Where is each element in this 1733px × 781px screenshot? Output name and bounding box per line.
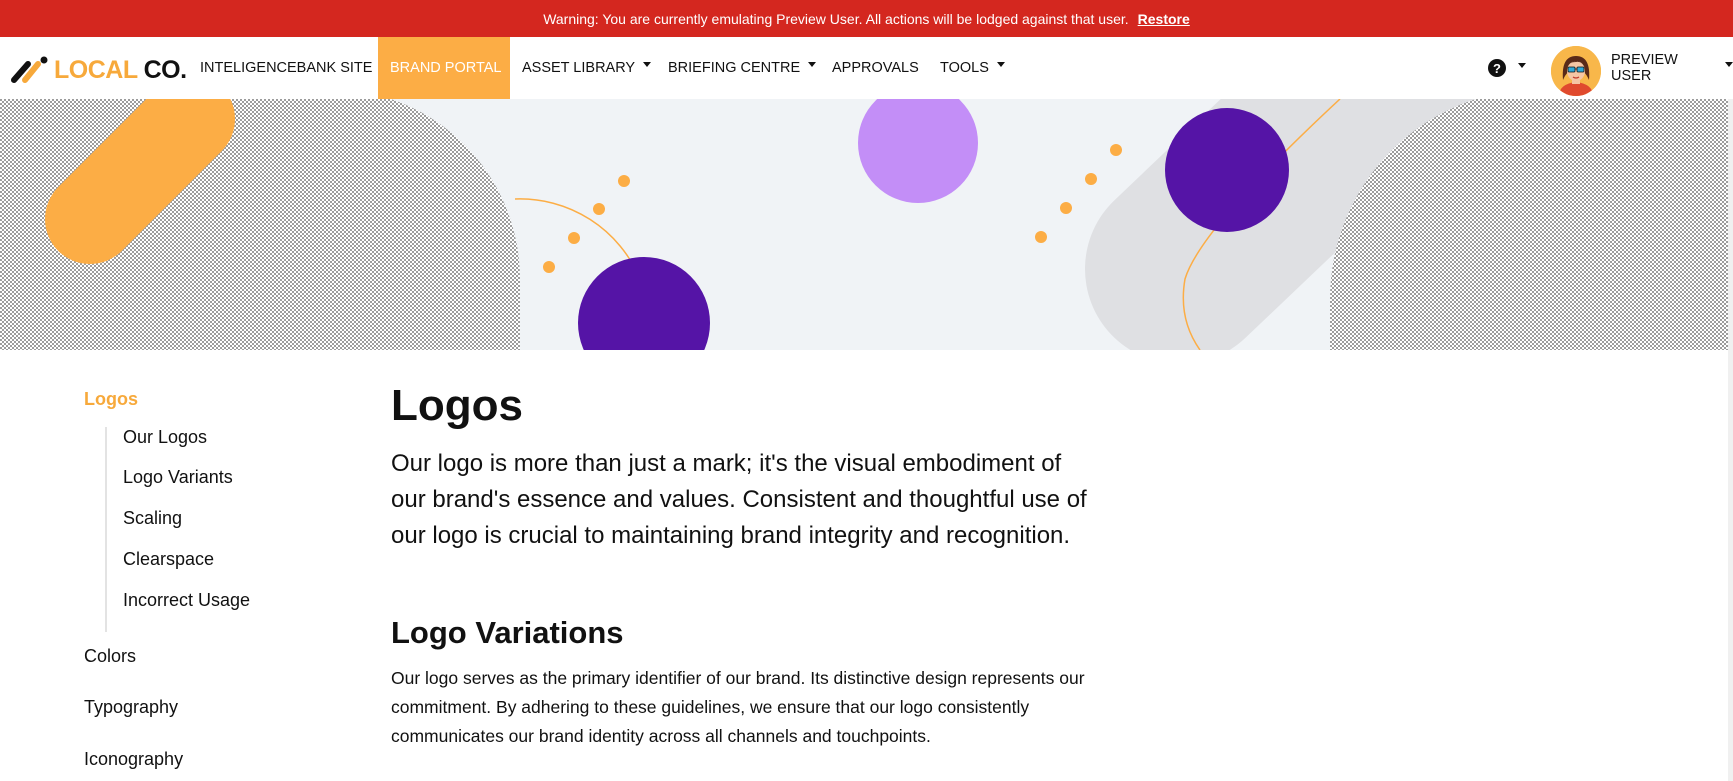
sidebar-subitem-scaling[interactable]: Scaling bbox=[123, 508, 182, 529]
nav-briefing-centre[interactable]: BRIEFING CENTRE bbox=[656, 37, 828, 99]
sidebar-item-typography[interactable]: Typography bbox=[84, 697, 178, 718]
restore-link[interactable]: Restore bbox=[1138, 11, 1190, 27]
caret-down-icon bbox=[1518, 62, 1526, 68]
logo-text-co: CO. bbox=[143, 55, 187, 84]
sidebar-sublist: Our Logos Logo Variants Scaling Clearspa… bbox=[105, 427, 307, 632]
sidebar-item-logos[interactable]: Logos bbox=[84, 389, 138, 410]
caret-down-icon bbox=[808, 61, 817, 67]
nav-asset-library[interactable]: ASSET LIBRARY bbox=[510, 37, 663, 99]
user-avatar[interactable] bbox=[1551, 46, 1601, 96]
sidebar-item-colors[interactable]: Colors bbox=[84, 646, 136, 667]
warning-message: Warning: You are currently emulating Pre… bbox=[543, 10, 1129, 27]
avatar-illustration-icon bbox=[1551, 46, 1601, 96]
help-icon: ? bbox=[1488, 59, 1506, 77]
sidebar-subitem-our-logos[interactable]: Our Logos bbox=[123, 427, 207, 448]
caret-down-icon bbox=[1725, 61, 1733, 67]
nav-label: TOOLS bbox=[940, 60, 989, 76]
nav-approvals[interactable]: APPROVALS bbox=[820, 37, 931, 99]
sidebar-subitem-clearspace[interactable]: Clearspace bbox=[123, 549, 214, 570]
hero-banner bbox=[0, 99, 1728, 350]
caret-down-icon bbox=[643, 61, 652, 67]
nav-label: APPROVALS bbox=[832, 60, 919, 76]
sidebar-subitem-logo-variants[interactable]: Logo Variants bbox=[123, 467, 233, 488]
sidebar-item-iconography[interactable]: Iconography bbox=[84, 749, 183, 770]
nav-label: BRIEFING CENTRE bbox=[668, 60, 801, 76]
nav-inteligencebank-site[interactable]: INTELIGENCEBANK SITE bbox=[188, 37, 384, 99]
sidebar-subitem-incorrect-usage[interactable]: Incorrect Usage bbox=[123, 590, 250, 611]
user-menu[interactable]: PREVIEW USER bbox=[1611, 37, 1733, 99]
intro-paragraph: Our logo is more than just a mark; it's … bbox=[391, 450, 1087, 549]
nav-label: BRAND PORTAL bbox=[390, 60, 502, 76]
nav-label: ASSET LIBRARY bbox=[522, 60, 636, 76]
nav-brand-portal[interactable]: BRAND PORTAL bbox=[378, 37, 510, 99]
logo-text-local: LOCAL bbox=[54, 55, 138, 84]
impersonation-warning-bar: Warning: You are currently emulating Pre… bbox=[0, 0, 1733, 37]
section-title: Logo Variations bbox=[391, 615, 624, 650]
section-body: Our logo serves as the primary identifie… bbox=[391, 668, 1085, 746]
nav-tools[interactable]: TOOLS bbox=[928, 37, 1017, 99]
caret-down-icon bbox=[996, 61, 1005, 67]
page-scrollbar-track[interactable] bbox=[1728, 99, 1733, 781]
top-navigation: LOCAL CO. INTELIGENCEBANK SITE BRAND PORT… bbox=[0, 37, 1733, 99]
brand-logo[interactable]: LOCAL CO. bbox=[8, 53, 187, 87]
logo-mark-icon bbox=[11, 56, 48, 83]
nav-label: INTELIGENCEBANK SITE bbox=[200, 60, 373, 76]
hero-decoration bbox=[0, 99, 1728, 350]
user-name-label: PREVIEW USER bbox=[1611, 52, 1678, 84]
help-menu[interactable]: ? bbox=[1488, 59, 1526, 77]
page-title: Logos bbox=[391, 381, 523, 430]
